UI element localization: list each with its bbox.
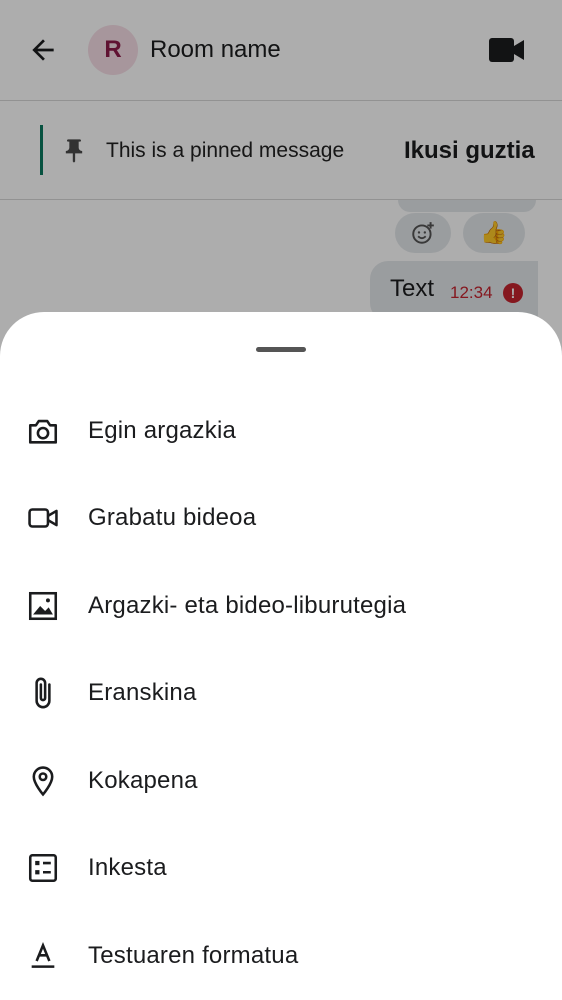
- menu-item-label: Grabatu bideoa: [88, 504, 257, 531]
- menu-item-attachment[interactable]: Eranskina: [0, 649, 562, 736]
- menu-item-record-video[interactable]: Grabatu bideoa: [0, 474, 562, 561]
- menu-item-media-library[interactable]: Argazki- eta bideo-liburutegia: [0, 562, 562, 649]
- menu-item-label: Argazki- eta bideo-liburutegia: [88, 592, 407, 619]
- text-format-icon: [31, 942, 55, 968]
- menu-item-location[interactable]: Kokapena: [0, 737, 562, 824]
- menu-item-label: Testuaren formatua: [88, 942, 299, 969]
- menu-item-label: Egin argazkia: [88, 417, 237, 444]
- image-icon: [28, 591, 58, 621]
- paperclip-icon: [35, 677, 51, 709]
- menu-item-label: Inkesta: [88, 854, 167, 881]
- video-icon: [28, 508, 58, 528]
- camera-icon: [28, 419, 58, 444]
- menu-item-label: Kokapena: [88, 767, 198, 794]
- menu-item-text-formatting[interactable]: Testuaren formatua: [0, 912, 562, 999]
- menu-item-label: Eranskina: [88, 679, 197, 706]
- drag-handle[interactable]: [256, 347, 306, 352]
- attachment-bottom-sheet: Egin argazkia Grabatu bideoa Argazki- et…: [0, 312, 562, 1000]
- poll-icon: [28, 853, 58, 883]
- menu-item-take-photo[interactable]: Egin argazkia: [0, 387, 562, 474]
- menu-item-poll[interactable]: Inkesta: [0, 824, 562, 911]
- location-pin-icon: [32, 766, 54, 797]
